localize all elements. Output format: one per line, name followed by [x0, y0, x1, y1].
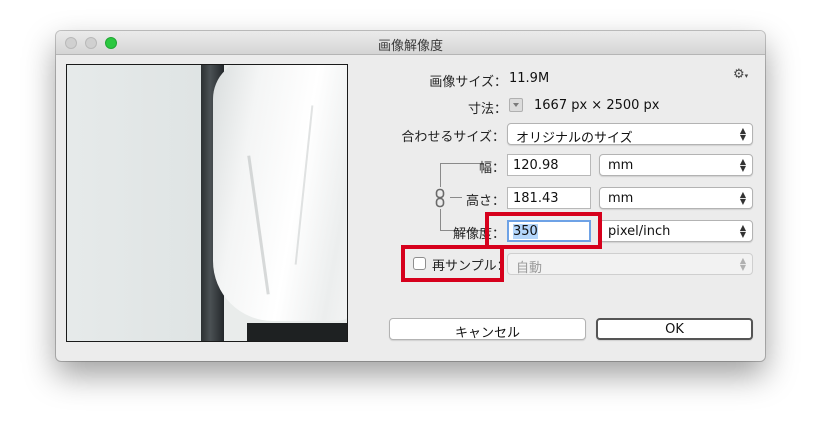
dimensions-value: 1667 px × 2500 px	[534, 98, 660, 113]
window-title: 画像解像度	[377, 39, 443, 54]
fit-to-label: 合わせるサイズ：	[401, 130, 505, 145]
dimensions-label: 寸法：	[467, 102, 507, 117]
width-unit-select[interactable]: mm ▲ ▼	[599, 154, 753, 176]
image-size-label: 画像サイズ：	[429, 75, 507, 90]
chevron-down-icon	[513, 103, 519, 107]
dimensions-dropdown[interactable]	[509, 98, 523, 112]
resolution-highlight	[485, 212, 602, 249]
link-bracket-upper	[440, 163, 441, 187]
resample-method-value: 自動	[516, 261, 543, 276]
chain-link-icon[interactable]	[435, 188, 446, 208]
image-preview[interactable]	[66, 64, 348, 342]
ok-button[interactable]: OK	[596, 318, 753, 340]
chevron-updown-icon: ▲ ▼	[739, 190, 746, 206]
height-input[interactable]: 181.43	[507, 187, 591, 209]
resample-highlight	[401, 245, 504, 282]
image-size-value: 11.9M	[509, 71, 550, 86]
resolution-unit-value: pixel/inch	[608, 224, 671, 239]
image-size-dialog: 画像解像度 画像サイズ： 11.9M ⚙▾ 寸法： 1667 px × 2500…	[56, 31, 765, 361]
chevron-updown-icon: ▲ ▼	[739, 126, 746, 142]
title-bar: 画像解像度	[56, 31, 765, 55]
height-unit-select[interactable]: mm ▲ ▼	[599, 187, 753, 209]
resolution-unit-select[interactable]: pixel/inch ▲ ▼	[599, 220, 753, 242]
chevron-updown-icon: ▲ ▼	[739, 256, 746, 272]
cancel-button[interactable]: キャンセル	[389, 318, 586, 341]
height-unit-value: mm	[608, 191, 634, 206]
gear-icon[interactable]: ⚙▾	[733, 67, 748, 82]
fit-to-value: オリジナルのサイズ	[516, 131, 633, 146]
width-label: 幅：	[478, 161, 505, 176]
chevron-updown-icon: ▲ ▼	[739, 223, 746, 239]
link-bracket-lower	[440, 209, 441, 231]
chevron-updown-icon: ▲ ▼	[739, 157, 746, 173]
fit-to-select[interactable]: オリジナルのサイズ ▲ ▼	[507, 123, 753, 146]
width-unit-value: mm	[608, 158, 634, 173]
resample-method-select[interactable]: 自動 ▲ ▼	[507, 253, 753, 276]
width-input[interactable]: 120.98	[507, 154, 591, 176]
height-label: 高さ：	[465, 194, 505, 209]
